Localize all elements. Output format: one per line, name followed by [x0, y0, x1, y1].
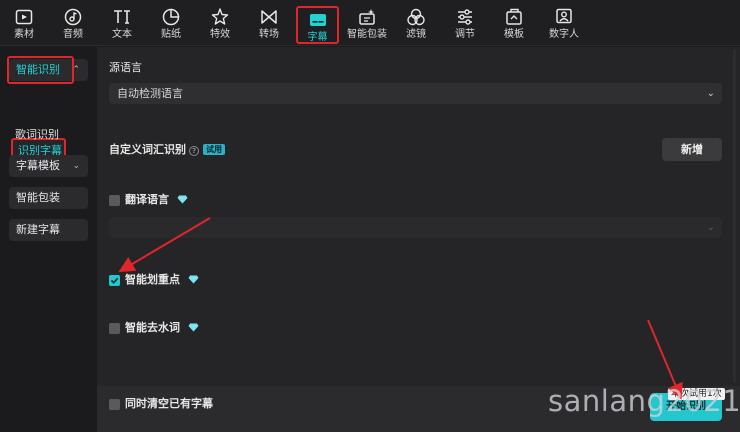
tool-label: 滤镜: [406, 29, 426, 40]
tool-template[interactable]: 模板: [494, 3, 534, 43]
text-icon: [111, 6, 133, 28]
tool-effects[interactable]: 特效: [200, 3, 240, 43]
top-toolbar: 素材 音频 文本 贴纸 特效 转场 字幕 智能包装 滤镜 调节 模板 数字人: [0, 0, 740, 46]
diamond-icon: [188, 275, 199, 284]
trial-badge: 试用: [203, 144, 225, 155]
sidebar-group-subtitle-template[interactable]: 字幕模板 ⌄: [9, 155, 88, 177]
sidebar-item-lyrics-recognition[interactable]: 歌词识别: [15, 128, 59, 142]
tool-label: 贴纸: [161, 29, 181, 40]
source-language-select[interactable]: 自动检测语言 ⌄: [109, 83, 722, 104]
remove-filler-label: 智能去水词: [125, 321, 180, 334]
scrollbar-thumb[interactable]: [733, 49, 736, 383]
sidebar-item-label: 新建字幕: [16, 223, 60, 236]
tool-label: 素材: [14, 29, 34, 40]
sidebar-item-label: 歌词识别: [15, 128, 59, 141]
tool-label: 字幕: [307, 32, 328, 43]
tool-transition[interactable]: 转场: [249, 3, 289, 43]
clear-existing-checkbox[interactable]: [109, 399, 120, 410]
diamond-icon: [188, 323, 199, 332]
sidebar-group-label: 智能识别: [16, 63, 60, 76]
source-language-value: 自动检测语言: [117, 87, 183, 100]
tool-label: 音频: [63, 29, 83, 40]
diamond-icon: [177, 195, 188, 204]
sticker-icon: [160, 6, 182, 28]
highlight-checkbox[interactable]: [109, 275, 120, 286]
template-icon: [503, 6, 525, 28]
checkmark-icon: [110, 277, 119, 284]
tool-digital-human[interactable]: 数字人: [543, 3, 585, 43]
tool-label: 智能包装: [347, 29, 387, 40]
smart-pack-icon: [356, 6, 378, 28]
sidebar-group-smart-recognition[interactable]: 智能识别 ⌃: [9, 59, 88, 81]
translate-row: 翻译语言: [125, 193, 188, 207]
translate-checkbox[interactable]: [109, 195, 120, 206]
tool-adjust[interactable]: 调节: [445, 3, 485, 43]
remove-filler-checkbox[interactable]: [109, 323, 120, 334]
sidebar-group-label: 字幕模板: [16, 159, 60, 172]
panel-scrollbar[interactable]: [728, 47, 740, 386]
subtitle-icon: [307, 9, 329, 31]
highlight-row: 智能划重点: [125, 273, 199, 287]
help-icon[interactable]: ?: [189, 146, 199, 156]
audio-icon: [62, 6, 84, 28]
tool-label: 数字人: [549, 29, 579, 40]
chevron-down-icon: ⌄: [706, 222, 715, 233]
translate-label: 翻译语言: [125, 193, 169, 206]
source-language-label: 源语言: [109, 61, 142, 74]
digital-human-icon: [553, 6, 575, 28]
effects-icon: [209, 6, 231, 28]
remove-filler-row: 智能去水词: [125, 321, 199, 335]
translate-language-select[interactable]: ⌄: [109, 217, 722, 238]
tool-sticker[interactable]: 贴纸: [151, 3, 191, 43]
chevron-down-icon: ⌄: [706, 88, 715, 99]
tool-smart-pack[interactable]: 智能包装: [346, 3, 388, 43]
tool-subtitle[interactable]: 字幕: [296, 6, 339, 44]
tool-text[interactable]: 文本: [102, 3, 142, 43]
sidebar-new-subtitle[interactable]: 新建字幕: [9, 219, 88, 241]
tool-label: 模板: [504, 29, 524, 40]
custom-vocab-label: 自定义词汇识别: [109, 143, 186, 156]
add-vocab-button[interactable]: 新增: [662, 138, 722, 161]
tool-label: 转场: [259, 29, 279, 40]
sidebar-group-label: 智能包装: [16, 191, 60, 204]
sidebar-group-smart-pack[interactable]: 智能包装: [9, 187, 88, 209]
transition-icon: [258, 6, 280, 28]
highlight-label: 智能划重点: [125, 273, 180, 286]
trial-tooltip: 本次试用1次: [668, 388, 725, 400]
tool-label: 特效: [210, 29, 230, 40]
clear-existing-label: 同时清空已有字幕: [125, 397, 213, 410]
tool-media[interactable]: 素材: [4, 3, 44, 43]
tool-label: 调节: [455, 29, 475, 40]
chevron-down-icon: ⌄: [72, 161, 80, 171]
subtitle-sidebar: 智能识别 ⌃ 识别字幕 歌词识别 字幕模板 ⌄ 智能包装 新建字幕: [0, 47, 97, 432]
chevron-up-icon: ⌃: [72, 65, 80, 75]
media-icon: [13, 6, 35, 28]
tool-filter[interactable]: 滤镜: [396, 3, 436, 43]
adjust-icon: [454, 6, 476, 28]
filter-icon: [405, 6, 427, 28]
tool-audio[interactable]: 音频: [53, 3, 93, 43]
tool-label: 文本: [112, 29, 132, 40]
custom-vocab-row: 自定义词汇识别? 试用: [109, 143, 225, 157]
recognition-panel: 源语言 自动检测语言 ⌄ 自定义词汇识别? 试用 新增 翻译语言 ⌄ 智能划重点 …: [97, 47, 740, 432]
